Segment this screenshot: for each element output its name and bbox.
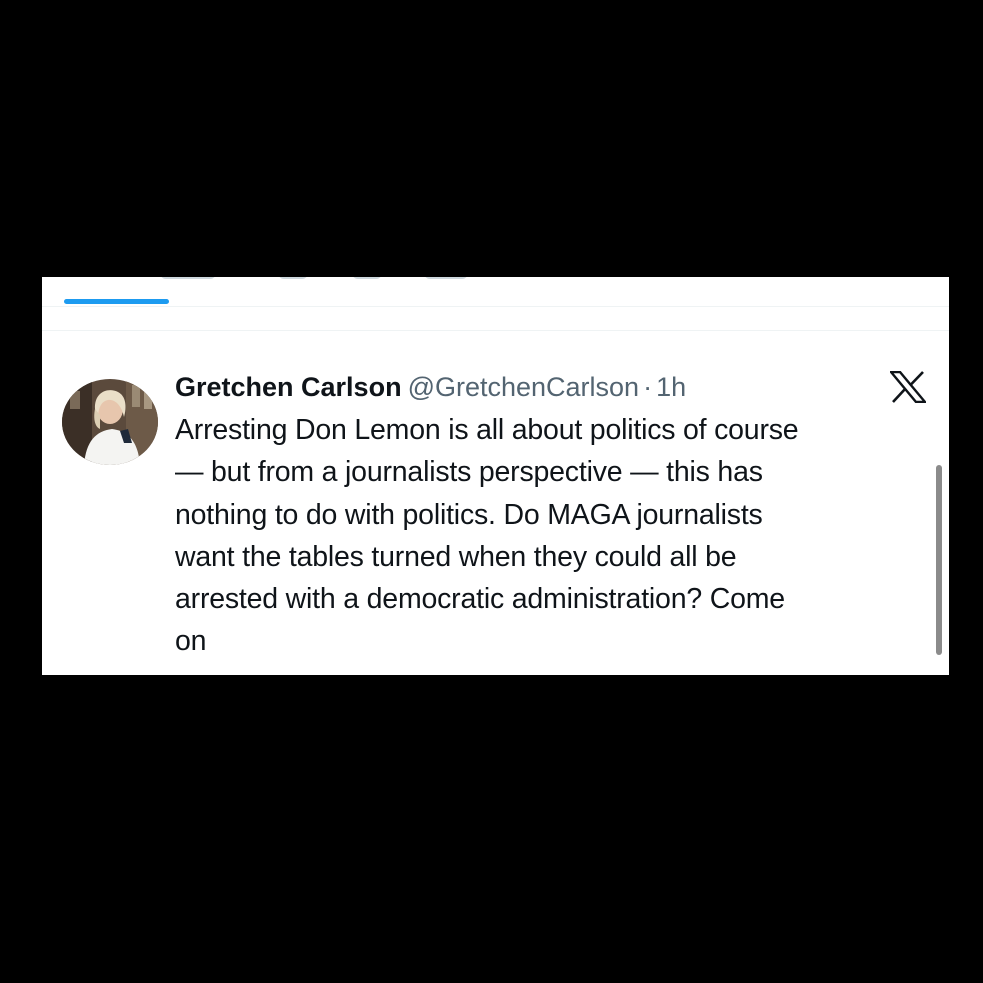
divider: [42, 306, 949, 307]
author-name[interactable]: Gretchen Carlson: [175, 372, 402, 402]
divider: [42, 330, 949, 331]
separator-dot: ·: [643, 372, 653, 402]
tweet-text: Arresting Don Lemon is all about politic…: [175, 414, 799, 658]
x-logo-icon: [890, 371, 926, 403]
active-tab-indicator: [64, 299, 169, 304]
tweet-card: Gretchen Carlson @GretchenCarlson · 1h Arre…: [42, 277, 949, 675]
timestamp[interactable]: 1h: [656, 372, 686, 402]
tab-label-cropped[interactable]: [278, 277, 308, 279]
scrollbar[interactable]: [936, 465, 942, 655]
tab-label-cropped[interactable]: [424, 277, 468, 279]
tab-strip: [42, 277, 949, 307]
author-handle[interactable]: @GretchenCarlson: [408, 372, 640, 402]
tab-label-cropped[interactable]: [352, 277, 382, 279]
tab-label-cropped[interactable]: [160, 277, 216, 279]
tweet-header: Gretchen Carlson @GretchenCarlson · 1h: [175, 367, 875, 407]
avatar[interactable]: [62, 379, 158, 465]
